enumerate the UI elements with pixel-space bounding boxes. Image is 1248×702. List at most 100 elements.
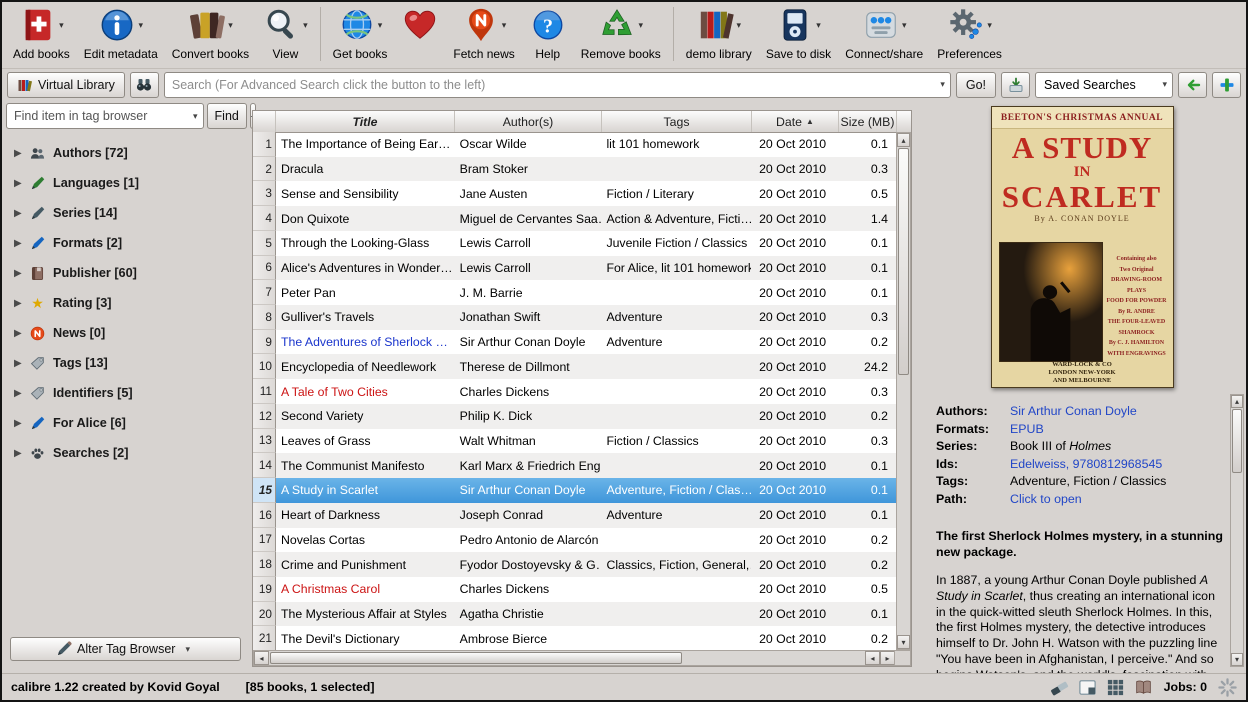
cell-tags[interactable]	[601, 280, 751, 305]
cell-size[interactable]: 0.1	[838, 602, 896, 627]
cell-title[interactable]: Novelas Cortas	[276, 528, 455, 553]
cell-date[interactable]: 20 Oct 2010	[751, 256, 838, 281]
cell-tags[interactable]: Adventure	[601, 305, 751, 330]
cell-authors[interactable]: Ambrose Bierce	[455, 626, 602, 650]
dropdown-arrow-icon[interactable]: ▾	[737, 20, 742, 31]
table-row[interactable]: 8Gulliver's TravelsJonathan SwiftAdventu…	[253, 305, 896, 330]
cell-authors[interactable]: J. M. Barrie	[455, 280, 602, 305]
cell-size[interactable]: 0.2	[838, 626, 896, 650]
toolbar-fetch-news-button[interactable]: ▾Fetch news	[446, 4, 521, 62]
sidebar-item-rating[interactable]: ▶★Rating [3]	[6, 288, 247, 318]
save-search-button[interactable]	[1001, 72, 1030, 98]
details-scrollbar[interactable]: ▴ ▾	[1230, 394, 1244, 667]
cell-title[interactable]: The Devil's Dictionary	[276, 626, 455, 650]
cell-authors[interactable]: Bram Stoker	[455, 157, 602, 182]
cell-tags[interactable]: Fiction / Literary	[601, 181, 751, 206]
table-row[interactable]: 6Alice's Adventures in Wonder…Lewis Carr…	[253, 256, 896, 281]
cell-tags[interactable]: Adventure, Fiction / Clas…	[601, 478, 751, 503]
expand-arrow-icon[interactable]: ▶	[14, 448, 30, 459]
expand-arrow-icon[interactable]: ▶	[14, 328, 30, 339]
cell-title[interactable]: Through the Looking-Glass	[276, 231, 455, 256]
expand-arrow-icon[interactable]: ▶	[14, 358, 30, 369]
column-header-author-s[interactable]: Author(s)	[455, 111, 602, 132]
jobs-indicator[interactable]: Jobs: 0	[1164, 680, 1207, 694]
cell-size[interactable]: 0.1	[838, 256, 896, 281]
table-row[interactable]: 13Leaves of GrassWalt WhitmanFiction / C…	[253, 429, 896, 454]
cell-size[interactable]: 0.5	[838, 577, 896, 602]
cell-authors[interactable]: Joseph Conrad	[455, 503, 602, 528]
table-row[interactable]: 12Second VarietyPhilip K. Dick20 Oct 201…	[253, 404, 896, 429]
virtual-library-button[interactable]: Virtual Library	[7, 72, 125, 98]
cell-size[interactable]: 24.2	[838, 354, 896, 379]
search-input[interactable]	[165, 78, 935, 92]
dropdown-arrow-icon[interactable]: ▾	[816, 20, 821, 31]
table-row[interactable]: 20The Mysterious Affair at StylesAgatha …	[253, 602, 896, 627]
cell-authors[interactable]: Pedro Antonio de Alarcón	[455, 528, 602, 553]
cell-size[interactable]: 0.3	[838, 429, 896, 454]
toolbar-preferences-button[interactable]: ▾Preferences	[930, 4, 1009, 62]
cell-date[interactable]: 20 Oct 2010	[751, 478, 838, 503]
cell-date[interactable]: 20 Oct 2010	[751, 552, 838, 577]
sidebar-item-tags[interactable]: ▶Tags [13]	[6, 348, 247, 378]
toolbar-donate-button[interactable]	[394, 4, 446, 48]
cell-authors[interactable]: Walt Whitman	[455, 429, 602, 454]
cell-date[interactable]: 20 Oct 2010	[751, 602, 838, 627]
table-row[interactable]: 4Don QuixoteMiguel de Cervantes Saa…Acti…	[253, 206, 896, 231]
go-button[interactable]: Go!	[956, 72, 996, 98]
cell-authors[interactable]: Philip K. Dick	[455, 404, 602, 429]
cell-authors[interactable]: Sir Arthur Conan Doyle	[455, 330, 602, 355]
cell-title[interactable]: Leaves of Grass	[276, 429, 455, 454]
expand-arrow-icon[interactable]: ▶	[14, 268, 30, 279]
cell-tags[interactable]: Adventure	[601, 330, 751, 355]
cell-date[interactable]: 20 Oct 2010	[751, 181, 838, 206]
cell-title[interactable]: Encyclopedia of Needlework	[276, 354, 455, 379]
add-saved-search-button[interactable]	[1212, 72, 1241, 98]
cell-authors[interactable]: Miguel de Cervantes Saa…	[455, 206, 602, 231]
table-row[interactable]: 5Through the Looking-GlassLewis CarrollJ…	[253, 231, 896, 256]
cell-size[interactable]: 0.2	[838, 404, 896, 429]
find-dropdown-arrow-icon[interactable]: ▾	[188, 111, 203, 122]
dropdown-arrow-icon[interactable]: ▾	[638, 20, 643, 31]
cell-tags[interactable]: Juvenile Fiction / Classics	[601, 231, 751, 256]
dropdown-arrow-icon[interactable]: ▾	[378, 20, 383, 31]
cell-tags[interactable]	[601, 157, 751, 182]
table-row[interactable]: 21The Devil's DictionaryAmbrose Bierce20…	[253, 626, 896, 650]
book-details-toggle-icon[interactable]	[1134, 678, 1153, 697]
dropdown-arrow-icon[interactable]: ▾	[228, 20, 233, 31]
cell-size[interactable]: 1.4	[838, 206, 896, 231]
cell-authors[interactable]: Agatha Christie	[455, 602, 602, 627]
field-link[interactable]: Edelweiss, 9780812968545	[1010, 457, 1162, 471]
cell-date[interactable]: 20 Oct 2010	[751, 404, 838, 429]
table-row[interactable]: 1The Importance of Being Ear…Oscar Wilde…	[253, 132, 896, 157]
table-row[interactable]: 18Crime and PunishmentFyodor Dostoyevsky…	[253, 552, 896, 577]
cell-tags[interactable]	[601, 528, 751, 553]
table-row[interactable]: 15A Study in ScarletSir Arthur Conan Doy…	[253, 478, 896, 503]
table-row[interactable]: 7Peter PanJ. M. Barrie20 Oct 20100.1	[253, 280, 896, 305]
cell-title[interactable]: The Importance of Being Ear…	[276, 132, 455, 157]
cell-title[interactable]: A Study in Scarlet	[276, 478, 455, 503]
cell-date[interactable]: 20 Oct 2010	[751, 429, 838, 454]
toolbar-view-button[interactable]: ▾View	[256, 4, 315, 62]
toolbar-convert-books-button[interactable]: ▾Convert books	[165, 4, 256, 62]
field-link[interactable]: Sir Arthur Conan Doyle	[1010, 404, 1137, 418]
column-header-size-mb[interactable]: Size (MB)	[839, 111, 897, 132]
cell-date[interactable]: 20 Oct 2010	[751, 280, 838, 305]
cell-date[interactable]: 20 Oct 2010	[751, 503, 838, 528]
saved-searches-dropdown[interactable]: Saved Searches ▾	[1035, 72, 1173, 98]
toolbar-save-to-disk-button[interactable]: ▾Save to disk	[759, 4, 838, 62]
cell-size[interactable]: 0.1	[838, 132, 896, 157]
cell-authors[interactable]: Fyodor Dostoyevsky & G…	[455, 552, 602, 577]
sidebar-item-for-alice[interactable]: ▶For Alice [6]	[6, 408, 247, 438]
cell-tags[interactable]: Fiction / Classics	[601, 429, 751, 454]
cell-date[interactable]: 20 Oct 2010	[751, 354, 838, 379]
dropdown-arrow-icon[interactable]: ▾	[502, 20, 507, 31]
dropdown-arrow-icon[interactable]: ▾	[59, 20, 64, 31]
cell-date[interactable]: 20 Oct 2010	[751, 577, 838, 602]
details-scrollbar-thumb[interactable]	[1232, 409, 1242, 473]
cell-size[interactable]: 0.1	[838, 478, 896, 503]
cell-title[interactable]: Peter Pan	[276, 280, 455, 305]
cell-tags[interactable]: Adventure	[601, 503, 751, 528]
cell-authors[interactable]: Charles Dickens	[455, 577, 602, 602]
dropdown-arrow-icon[interactable]: ▾	[902, 20, 907, 31]
expand-arrow-icon[interactable]: ▶	[14, 178, 30, 189]
